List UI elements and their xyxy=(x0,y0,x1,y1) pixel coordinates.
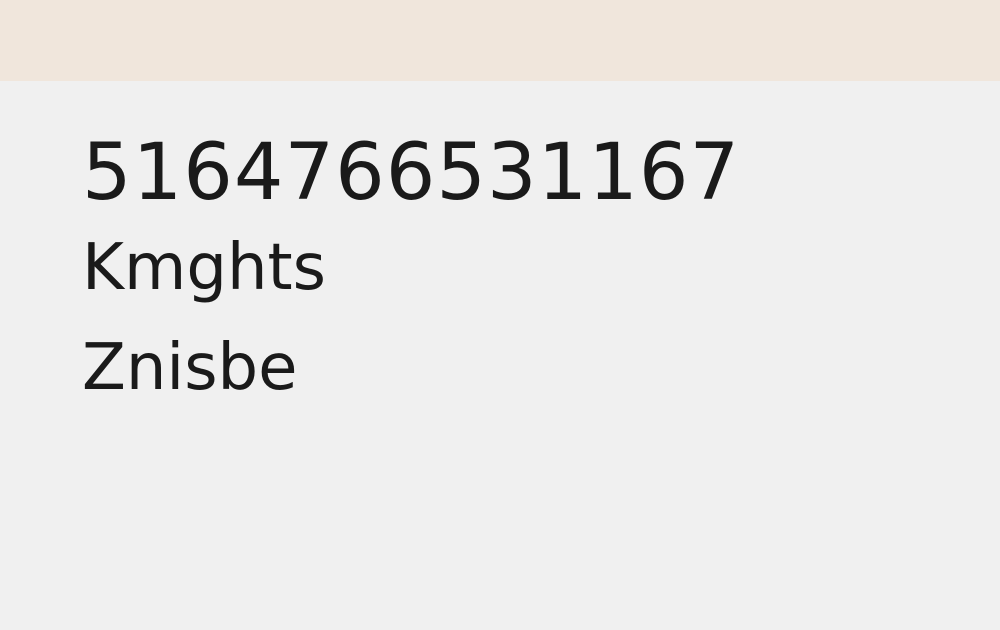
text-line-1: Kmghts xyxy=(82,231,326,305)
top-bar xyxy=(0,0,1000,81)
number-display: 5164766531167 xyxy=(82,128,741,218)
text-line-2: Znisbe xyxy=(82,331,298,405)
content-area: 5164766531167 Kmghts Znisbe xyxy=(82,128,962,418)
